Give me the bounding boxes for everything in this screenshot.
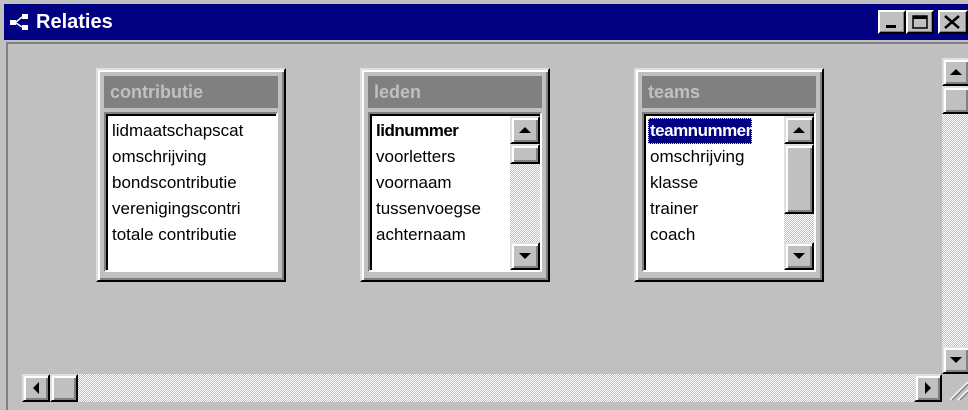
field-list-scrollbar[interactable] bbox=[784, 116, 814, 270]
field-item[interactable]: lidmaatschapscat bbox=[110, 118, 243, 144]
table-title[interactable]: leden bbox=[368, 76, 542, 108]
field-item[interactable]: tussenvoegse bbox=[374, 196, 481, 222]
relationships-window: Relaties contributie lidmaatschapscat om… bbox=[0, 0, 968, 410]
close-icon bbox=[944, 15, 960, 29]
scroll-thumb[interactable] bbox=[942, 86, 968, 114]
scroll-thumb[interactable] bbox=[50, 374, 78, 402]
maximize-icon bbox=[912, 15, 928, 29]
scroll-up-button[interactable] bbox=[510, 116, 540, 144]
field-item[interactable]: voornaam bbox=[374, 170, 481, 196]
arrow-up-icon bbox=[519, 127, 531, 133]
title-bar[interactable]: Relaties bbox=[4, 4, 968, 40]
relationships-canvas[interactable]: contributie lidmaatschapscat omschrijvin… bbox=[6, 42, 968, 410]
minimize-icon bbox=[886, 25, 896, 28]
field-list[interactable]: lidmaatschapscat omschrijving bondscontr… bbox=[104, 112, 278, 272]
field-list-scrollbar[interactable] bbox=[510, 116, 540, 270]
window-title: Relaties bbox=[36, 11, 113, 33]
arrow-down-icon bbox=[519, 253, 531, 259]
horizontal-scrollbar[interactable] bbox=[22, 374, 942, 402]
scroll-down-button[interactable] bbox=[784, 242, 814, 270]
scroll-down-button[interactable] bbox=[510, 242, 540, 270]
field-item[interactable]: omschrijving bbox=[110, 144, 243, 170]
relationships-icon bbox=[10, 14, 28, 30]
field-item[interactable]: voorletters bbox=[374, 144, 481, 170]
scroll-down-button[interactable] bbox=[942, 346, 968, 374]
vertical-scrollbar[interactable] bbox=[942, 58, 968, 386]
field-item[interactable]: coach bbox=[648, 222, 752, 248]
table-title[interactable]: contributie bbox=[104, 76, 278, 108]
arrow-up-icon bbox=[793, 127, 805, 133]
size-grip[interactable] bbox=[942, 374, 968, 402]
field-item[interactable]: verenigingscontri bbox=[110, 196, 243, 222]
table-window-leden[interactable]: leden lidnummer voorletters voornaam tus… bbox=[360, 68, 550, 282]
table-title[interactable]: teams bbox=[642, 76, 816, 108]
table-window-contributie[interactable]: contributie lidmaatschapscat omschrijvin… bbox=[96, 68, 286, 282]
primary-key-field[interactable]: teamnummer bbox=[648, 118, 752, 144]
table-window-teams[interactable]: teams teamnummer omschrijving klasse tra… bbox=[634, 68, 824, 282]
field-item[interactable]: totale contributie bbox=[110, 222, 243, 248]
arrow-right-icon bbox=[925, 382, 931, 394]
field-list[interactable]: lidnummer voorletters voornaam tussenvoe… bbox=[368, 112, 542, 272]
field-item[interactable]: klasse bbox=[648, 170, 752, 196]
arrow-down-icon bbox=[950, 357, 962, 363]
arrow-down-icon bbox=[793, 253, 805, 259]
maximize-button[interactable] bbox=[906, 10, 934, 34]
field-item[interactable]: bondscontributie bbox=[110, 170, 243, 196]
field-item[interactable]: omschrijving bbox=[648, 144, 752, 170]
close-button[interactable] bbox=[938, 10, 968, 34]
primary-key-field[interactable]: lidnummer bbox=[374, 118, 481, 144]
scroll-up-button[interactable] bbox=[942, 58, 968, 86]
arrow-up-icon bbox=[950, 69, 962, 75]
resize-grip-icon bbox=[949, 381, 968, 401]
scroll-thumb[interactable] bbox=[784, 144, 814, 214]
scroll-right-button[interactable] bbox=[914, 374, 942, 402]
field-item[interactable]: trainer bbox=[648, 196, 752, 222]
scroll-up-button[interactable] bbox=[784, 116, 814, 144]
field-item[interactable]: achternaam bbox=[374, 222, 481, 248]
scroll-thumb[interactable] bbox=[510, 144, 540, 164]
arrow-left-icon bbox=[33, 382, 39, 394]
minimize-button[interactable] bbox=[878, 10, 906, 34]
field-list[interactable]: teamnummer omschrijving klasse trainer c… bbox=[642, 112, 816, 272]
scroll-left-button[interactable] bbox=[22, 374, 50, 402]
